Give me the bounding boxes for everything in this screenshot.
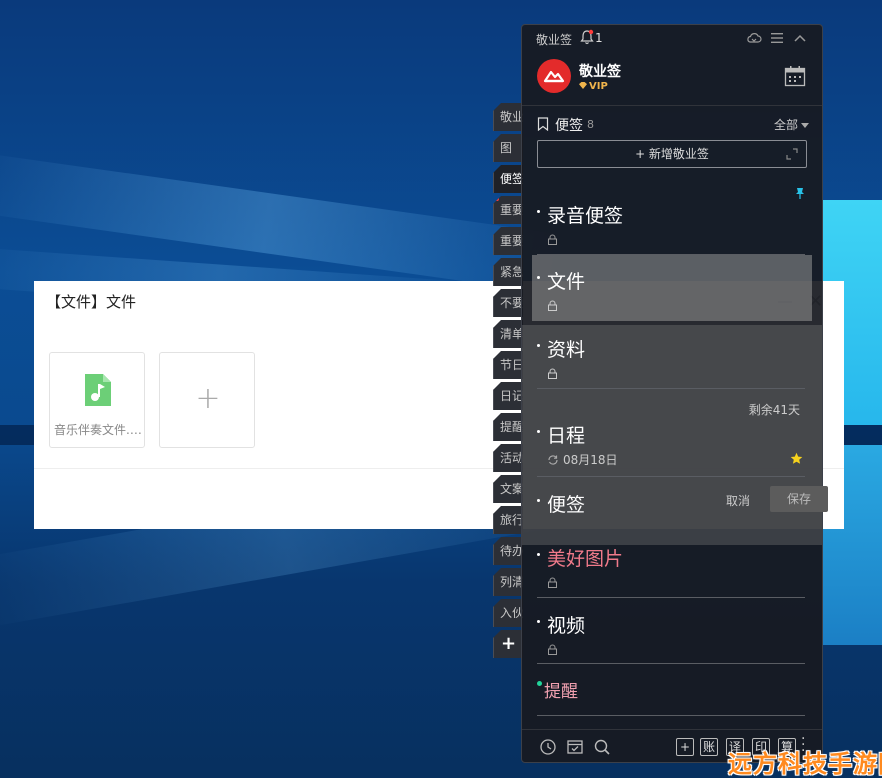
remaining-days: 剩余41天 — [748, 403, 800, 417]
diamond-icon — [579, 82, 587, 89]
clock-icon[interactable] — [539, 738, 557, 756]
tab-category[interactable]: 紧急 — [493, 258, 523, 286]
add-file-button[interactable]: + — [159, 352, 255, 448]
tab-category[interactable]: 不要 — [493, 289, 523, 317]
note-title: 日程 — [547, 425, 586, 447]
list-item[interactable]: 日程 — [537, 421, 805, 477]
menu-icon[interactable] — [769, 30, 785, 46]
lock-icon — [548, 368, 557, 379]
list-item[interactable]: 资料 — [537, 335, 805, 389]
tab-category[interactable]: 文案 — [493, 475, 523, 503]
section-header: 便签 8 全部 — [537, 115, 809, 134]
lock-icon — [548, 577, 557, 588]
bullet — [537, 276, 540, 279]
save-button[interactable]: 保存 — [770, 486, 828, 512]
note-title: 文件 — [547, 271, 586, 293]
tab-category[interactable]: 节日 — [493, 351, 523, 379]
file-name: 音乐伴奏文件.mp3 — [54, 423, 142, 437]
bullet — [537, 344, 540, 347]
profile-area: 敬业签 VIP — [522, 55, 822, 105]
panel-topbar: 敬业签 1 — [522, 25, 822, 51]
list-item[interactable]: 美好图片 — [537, 544, 805, 598]
bell-icon[interactable] — [580, 29, 594, 45]
tab-category[interactable]: 重要 — [493, 227, 523, 255]
schedule-date: 08月18日 — [547, 451, 618, 468]
tab-category[interactable]: 列清 — [493, 568, 523, 596]
pin-icon[interactable] — [794, 187, 806, 199]
star-icon[interactable] — [790, 452, 803, 465]
add-category-button[interactable]: + — [493, 630, 523, 658]
calendar-icon[interactable] — [784, 65, 806, 87]
tab-category[interactable]: 日记 — [493, 382, 523, 410]
bullet — [537, 210, 540, 213]
new-note-button[interactable]: + 新增敬业签 — [537, 140, 807, 168]
checklist-icon[interactable] — [566, 738, 584, 756]
tab-category[interactable]: 清单 — [493, 320, 523, 348]
collapse-icon[interactable] — [792, 30, 808, 46]
bullet — [537, 620, 540, 623]
dialog-title: 【文件】文件 — [46, 293, 137, 311]
vip-badge: VIP — [579, 81, 608, 92]
watermark: 远方科技手游网 — [728, 750, 882, 778]
repeat-icon — [548, 455, 558, 465]
bullet — [537, 553, 540, 556]
note-title: 资料 — [547, 339, 586, 361]
section-label: 便签 — [555, 118, 583, 134]
list-item[interactable]: 视频 — [537, 611, 805, 664]
tab-category[interactable]: 提醒 — [493, 413, 523, 441]
list-item[interactable]: 文件 — [537, 267, 805, 321]
lock-icon — [548, 300, 557, 311]
notification-count: 1 — [595, 31, 603, 45]
search-icon[interactable] — [593, 738, 611, 756]
list-item[interactable]: 便签 — [537, 490, 805, 542]
panel-title: 敬业签 — [536, 33, 573, 47]
tab-category[interactable]: 敬业 — [493, 103, 523, 131]
tab-category[interactable]: 待办 — [493, 537, 523, 565]
file-attachment-card[interactable]: 音乐伴奏文件.mp3 — [49, 352, 145, 448]
bullet — [537, 499, 540, 502]
bullet — [537, 430, 540, 433]
tab-category[interactable]: 重要 — [493, 196, 523, 224]
note-title: 视频 — [547, 615, 586, 637]
add-note-icon[interactable]: + — [676, 738, 694, 756]
tab-category[interactable]: 活动 — [493, 444, 523, 472]
filter-dropdown[interactable]: 全部 — [774, 116, 809, 133]
tab-category[interactable]: 入伙 — [493, 599, 523, 627]
section-count: 8 — [587, 118, 594, 131]
audio-file-icon — [85, 374, 111, 406]
tab-category[interactable]: 图 — [493, 134, 523, 162]
lock-icon — [548, 234, 557, 245]
account-icon[interactable]: 账 — [700, 738, 718, 756]
avatar[interactable] — [537, 59, 571, 93]
note-title: 便签 — [547, 494, 586, 516]
app-name: 敬业签 — [579, 64, 621, 80]
cloud-sync-icon[interactable] — [746, 30, 762, 46]
list-item[interactable]: 录音便签 — [537, 201, 805, 255]
tab-category-active[interactable]: 便签 — [493, 165, 523, 193]
plus-icon: + — [195, 381, 221, 416]
chevron-down-icon — [801, 123, 809, 128]
logo-icon — [543, 70, 565, 83]
note-title: 美好图片 — [547, 548, 624, 570]
expand-icon[interactable] — [786, 148, 798, 160]
list-divider — [537, 665, 805, 716]
note-title: 录音便签 — [547, 205, 624, 227]
bookmark-icon — [537, 117, 549, 131]
tab-category[interactable]: 旅行 — [493, 506, 523, 534]
lock-icon — [548, 644, 557, 655]
divider — [522, 105, 822, 106]
cancel-button[interactable]: 取消 — [726, 492, 750, 509]
notes-panel: 敬业签 1 敬业签 VIP 便签 8 全部 + 新增敬业签 录音便签 文件 资料… — [521, 24, 828, 763]
